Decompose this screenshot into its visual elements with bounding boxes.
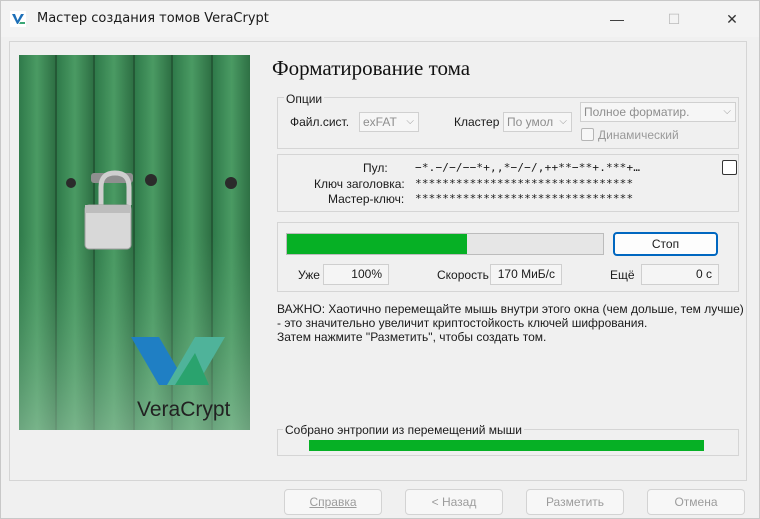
- dynamic-label: Динамический: [598, 128, 679, 142]
- header-key-label: Ключ заголовка:: [314, 177, 405, 191]
- chevron-down-icon: ⌵: [723, 106, 731, 117]
- filesystem-select: exFAT ⌵: [359, 112, 419, 132]
- padlock-door-illustration: [19, 55, 250, 430]
- maximize-icon: ☐: [667, 11, 681, 27]
- format-progress-fill: [287, 234, 467, 254]
- pool-value: −*.−/−/−−*+,,*−/−/,++**−**+.***+…: [415, 161, 641, 174]
- filesystem-value: exFAT: [363, 115, 397, 129]
- chevron-down-icon: ⌵: [406, 116, 414, 127]
- cluster-value: По умол: [507, 115, 554, 129]
- cluster-label: Кластер: [454, 115, 500, 129]
- cluster-select: По умол ⌵: [503, 112, 572, 132]
- format-mode-value: Полное форматир.: [584, 105, 690, 119]
- pool-label: Пул:: [363, 161, 388, 175]
- veracrypt-app-icon: [10, 11, 26, 27]
- format-progress-bar: [286, 233, 604, 255]
- back-button-label: < Назад: [431, 495, 477, 509]
- note-line: ВАЖНО: Хаотично перемещайте мышь внутри …: [277, 302, 744, 316]
- header-key-value: ********************************: [415, 177, 634, 190]
- important-note: ВАЖНО: Хаотично перемещайте мышь внутри …: [277, 302, 747, 344]
- format-button-label: Разметить: [545, 495, 605, 509]
- options-legend: Опции: [284, 92, 325, 106]
- help-button-label: Справка: [309, 495, 357, 509]
- show-keys-checkbox[interactable]: [722, 160, 737, 175]
- back-button: < Назад: [405, 489, 503, 515]
- minimize-icon[interactable]: —: [594, 1, 640, 37]
- stop-button[interactable]: Стоп: [613, 232, 718, 256]
- filesystem-label: Файл.сист.: [290, 115, 350, 129]
- wizard-window: Мастер создания томов VeraCrypt — ☐ ✕ Ve…: [0, 0, 760, 519]
- speed-label: Скорость: [437, 268, 489, 282]
- format-button: Разметить: [526, 489, 624, 515]
- time-left-value: 0 с: [641, 264, 719, 285]
- master-key-label: Мастер-ключ:: [328, 192, 405, 206]
- format-mode-select: Полное форматир. ⌵: [580, 102, 736, 122]
- master-key-value: ********************************: [415, 192, 634, 205]
- entropy-legend: Собрано энтропии из перемещений мыши: [283, 423, 524, 437]
- note-line: Затем нажмите "Разметить", чтобы создать…: [277, 330, 547, 344]
- entropy-progress-bar: [309, 440, 704, 451]
- time-left-label: Ещё: [610, 268, 635, 282]
- wizard-side-image: VeraCrypt: [19, 55, 250, 430]
- speed-value: 170 МиБ/с: [490, 264, 562, 285]
- done-label: Уже: [298, 268, 320, 282]
- close-icon[interactable]: ✕: [709, 1, 755, 37]
- chevron-down-icon: ⌵: [559, 116, 567, 127]
- title-bar[interactable]: Мастер создания томов VeraCrypt — ☐ ✕: [1, 1, 759, 37]
- note-line: - это значительно увеличит криптостойкос…: [277, 316, 648, 330]
- veracrypt-logo-text: VeraCrypt: [137, 398, 231, 421]
- cancel-button-label: Отмена: [674, 495, 718, 509]
- help-button: Справка: [284, 489, 382, 515]
- dynamic-checkbox: [581, 128, 594, 141]
- cancel-button: Отмена: [647, 489, 745, 515]
- done-value: 100%: [323, 264, 389, 285]
- page-title: Форматирование тома: [272, 56, 471, 80]
- window-title: Мастер создания томов VeraCrypt: [37, 11, 269, 26]
